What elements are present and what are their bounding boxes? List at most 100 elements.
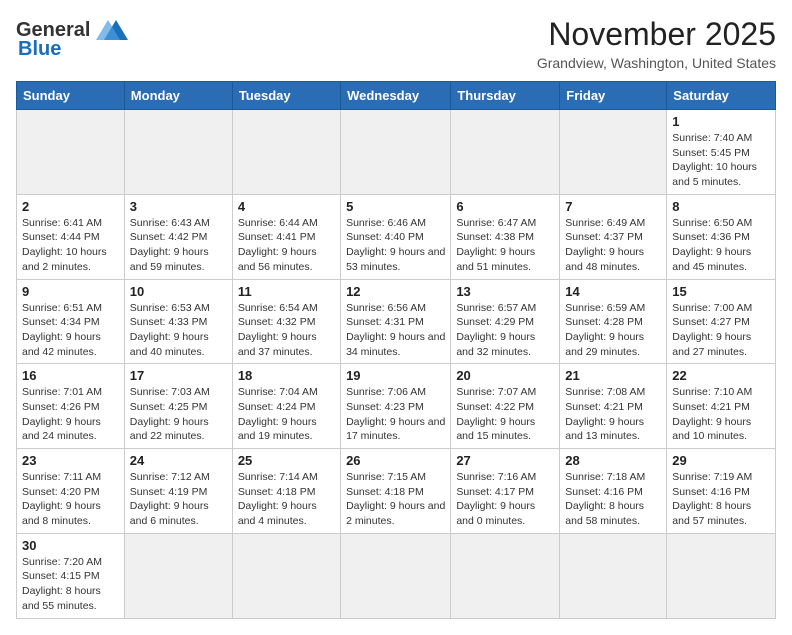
day-info: Sunrise: 6:41 AM Sunset: 4:44 PM Dayligh…	[22, 216, 119, 275]
day-info: Sunrise: 7:11 AM Sunset: 4:20 PM Dayligh…	[22, 470, 119, 529]
day-info: Sunrise: 7:15 AM Sunset: 4:18 PM Dayligh…	[346, 470, 445, 529]
column-header-wednesday: Wednesday	[341, 82, 451, 110]
calendar-week-row: 2 Sunrise: 6:41 AM Sunset: 4:44 PM Daylig…	[17, 194, 776, 279]
day-info: Sunrise: 6:53 AM Sunset: 4:33 PM Dayligh…	[130, 301, 227, 360]
calendar-cell: 25 Sunrise: 7:14 AM Sunset: 4:18 PM Dayli…	[232, 449, 340, 534]
calendar-week-row: 30Sunrise: 7:20 AM Sunset: 4:15 PM Dayli…	[17, 533, 776, 618]
logo-blue: Blue	[18, 38, 61, 61]
calendar-cell	[451, 533, 560, 618]
page-header: General Blue November 2025 Grandview, Wa…	[16, 16, 776, 71]
calendar-cell: 4 Sunrise: 6:44 AM Sunset: 4:41 PM Daylig…	[232, 194, 340, 279]
day-info: Sunrise: 7:16 AM Sunset: 4:17 PM Dayligh…	[456, 470, 554, 529]
day-info: Sunrise: 7:10 AM Sunset: 4:21 PM Dayligh…	[672, 385, 770, 444]
calendar-cell: 20 Sunrise: 7:07 AM Sunset: 4:22 PM Dayli…	[451, 364, 560, 449]
day-info: Sunrise: 7:04 AM Sunset: 4:24 PM Dayligh…	[238, 385, 335, 444]
day-info: Sunrise: 6:51 AM Sunset: 4:34 PM Dayligh…	[22, 301, 119, 360]
day-info: Sunrise: 7:20 AM Sunset: 4:15 PM Dayligh…	[22, 555, 119, 614]
day-number: 29	[672, 453, 770, 468]
day-number: 17	[130, 368, 227, 383]
day-number: 22	[672, 368, 770, 383]
column-header-sunday: Sunday	[17, 82, 125, 110]
day-number: 14	[565, 284, 661, 299]
calendar-cell: 28 Sunrise: 7:18 AM Sunset: 4:16 PM Dayli…	[560, 449, 667, 534]
day-info: Sunrise: 6:44 AM Sunset: 4:41 PM Dayligh…	[238, 216, 335, 275]
calendar-cell: 21 Sunrise: 7:08 AM Sunset: 4:21 PM Dayli…	[560, 364, 667, 449]
day-number: 28	[565, 453, 661, 468]
calendar-cell: 13Sunrise: 6:57 AM Sunset: 4:29 PM Dayli…	[451, 279, 560, 364]
calendar-cell: 24Sunrise: 7:12 AM Sunset: 4:19 PM Dayli…	[124, 449, 232, 534]
calendar-cell	[17, 110, 125, 195]
calendar-cell: 27 Sunrise: 7:16 AM Sunset: 4:17 PM Dayli…	[451, 449, 560, 534]
day-number: 1	[672, 114, 770, 129]
day-number: 2	[22, 199, 119, 214]
calendar-cell	[451, 110, 560, 195]
calendar-cell	[341, 110, 451, 195]
calendar-cell	[232, 533, 340, 618]
column-header-saturday: Saturday	[667, 82, 776, 110]
day-info: Sunrise: 6:59 AM Sunset: 4:28 PM Dayligh…	[565, 301, 661, 360]
day-number: 27	[456, 453, 554, 468]
day-info: Sunrise: 7:08 AM Sunset: 4:21 PM Dayligh…	[565, 385, 661, 444]
calendar-cell: 15 Sunrise: 7:00 AM Sunset: 4:27 PM Dayli…	[667, 279, 776, 364]
calendar-cell: 2 Sunrise: 6:41 AM Sunset: 4:44 PM Daylig…	[17, 194, 125, 279]
calendar-cell: 5 Sunrise: 6:46 AM Sunset: 4:40 PM Daylig…	[341, 194, 451, 279]
calendar-cell: 12Sunrise: 6:56 AM Sunset: 4:31 PM Dayli…	[341, 279, 451, 364]
day-info: Sunrise: 7:00 AM Sunset: 4:27 PM Dayligh…	[672, 301, 770, 360]
column-header-tuesday: Tuesday	[232, 82, 340, 110]
calendar-table: SundayMondayTuesdayWednesdayThursdayFrid…	[16, 81, 776, 619]
day-info: Sunrise: 6:46 AM Sunset: 4:40 PM Dayligh…	[346, 216, 445, 275]
calendar-cell: 9Sunrise: 6:51 AM Sunset: 4:34 PM Daylig…	[17, 279, 125, 364]
calendar-week-row: 1 Sunrise: 7:40 AM Sunset: 5:45 PM Daylig…	[17, 110, 776, 195]
day-number: 4	[238, 199, 335, 214]
calendar-cell: 18 Sunrise: 7:04 AM Sunset: 4:24 PM Dayli…	[232, 364, 340, 449]
day-number: 20	[456, 368, 554, 383]
column-header-friday: Friday	[560, 82, 667, 110]
location: Grandview, Washington, United States	[537, 55, 776, 71]
day-info: Sunrise: 6:54 AM Sunset: 4:32 PM Dayligh…	[238, 301, 335, 360]
day-number: 16	[22, 368, 119, 383]
column-header-monday: Monday	[124, 82, 232, 110]
day-number: 10	[130, 284, 227, 299]
calendar-week-row: 16 Sunrise: 7:01 AM Sunset: 4:26 PM Dayli…	[17, 364, 776, 449]
day-number: 8	[672, 199, 770, 214]
calendar-cell	[124, 110, 232, 195]
calendar-cell: 17Sunrise: 7:03 AM Sunset: 4:25 PM Dayli…	[124, 364, 232, 449]
day-number: 15	[672, 284, 770, 299]
day-info: Sunrise: 7:40 AM Sunset: 5:45 PM Dayligh…	[672, 131, 770, 190]
calendar-header-row: SundayMondayTuesdayWednesdayThursdayFrid…	[17, 82, 776, 110]
day-info: Sunrise: 7:18 AM Sunset: 4:16 PM Dayligh…	[565, 470, 661, 529]
day-number: 18	[238, 368, 335, 383]
day-info: Sunrise: 7:01 AM Sunset: 4:26 PM Dayligh…	[22, 385, 119, 444]
day-info: Sunrise: 7:19 AM Sunset: 4:16 PM Dayligh…	[672, 470, 770, 529]
calendar-cell: 22 Sunrise: 7:10 AM Sunset: 4:21 PM Dayli…	[667, 364, 776, 449]
day-info: Sunrise: 7:07 AM Sunset: 4:22 PM Dayligh…	[456, 385, 554, 444]
day-number: 21	[565, 368, 661, 383]
day-number: 11	[238, 284, 335, 299]
day-number: 5	[346, 199, 445, 214]
day-number: 6	[456, 199, 554, 214]
day-number: 19	[346, 368, 445, 383]
day-number: 25	[238, 453, 335, 468]
day-info: Sunrise: 6:50 AM Sunset: 4:36 PM Dayligh…	[672, 216, 770, 275]
calendar-cell	[341, 533, 451, 618]
day-number: 3	[130, 199, 227, 214]
calendar-cell: 3Sunrise: 6:43 AM Sunset: 4:42 PM Daylig…	[124, 194, 232, 279]
day-info: Sunrise: 7:12 AM Sunset: 4:19 PM Dayligh…	[130, 470, 227, 529]
day-number: 7	[565, 199, 661, 214]
calendar-cell: 30Sunrise: 7:20 AM Sunset: 4:15 PM Dayli…	[17, 533, 125, 618]
day-info: Sunrise: 6:57 AM Sunset: 4:29 PM Dayligh…	[456, 301, 554, 360]
logo: General Blue	[16, 16, 132, 61]
day-info: Sunrise: 6:56 AM Sunset: 4:31 PM Dayligh…	[346, 301, 445, 360]
calendar-cell: 26Sunrise: 7:15 AM Sunset: 4:18 PM Dayli…	[341, 449, 451, 534]
day-info: Sunrise: 6:49 AM Sunset: 4:37 PM Dayligh…	[565, 216, 661, 275]
calendar-cell	[232, 110, 340, 195]
calendar-cell	[560, 533, 667, 618]
calendar-cell: 14 Sunrise: 6:59 AM Sunset: 4:28 PM Dayli…	[560, 279, 667, 364]
calendar-cell: 11 Sunrise: 6:54 AM Sunset: 4:32 PM Dayli…	[232, 279, 340, 364]
calendar-cell	[667, 533, 776, 618]
calendar-cell: 6Sunrise: 6:47 AM Sunset: 4:38 PM Daylig…	[451, 194, 560, 279]
day-info: Sunrise: 7:14 AM Sunset: 4:18 PM Dayligh…	[238, 470, 335, 529]
title-area: November 2025 Grandview, Washington, Uni…	[537, 16, 776, 71]
calendar-cell	[124, 533, 232, 618]
calendar-cell: 8 Sunrise: 6:50 AM Sunset: 4:36 PM Daylig…	[667, 194, 776, 279]
